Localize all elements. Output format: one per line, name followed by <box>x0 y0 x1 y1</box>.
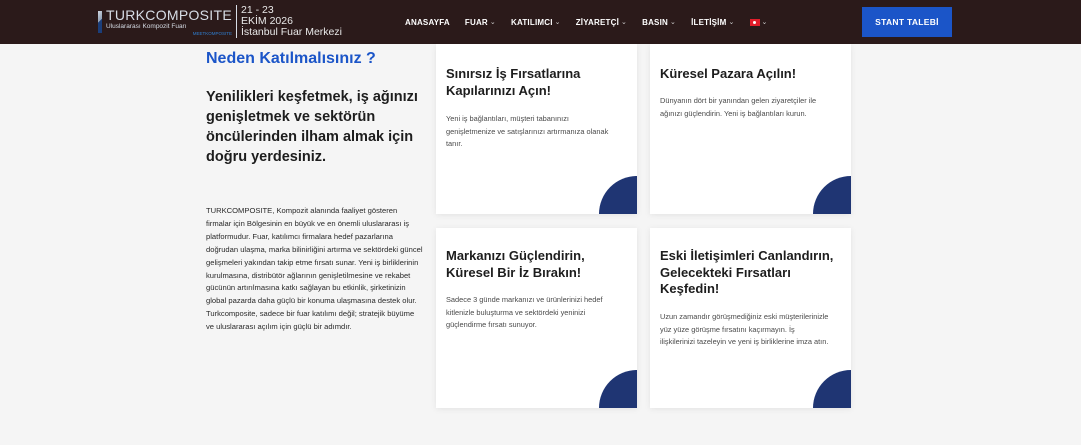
card-title: Küresel Pazara Açılın! <box>660 66 797 81</box>
section-body: TURKCOMPOSITE, Kompozit alanında faaliye… <box>206 206 423 332</box>
event-venue: İstanbul Fuar Merkezi <box>241 26 342 39</box>
logo-tagline: MEETKOMPOSITE <box>192 30 232 36</box>
chevron-down-icon: ⌄ <box>761 19 768 26</box>
card-title: Eski İletişimleri Canlandırın, Gelecekte… <box>660 248 834 296</box>
nav-item-anasayfa[interactable]: ANASAYFA <box>405 18 450 27</box>
chevron-down-icon: ⌄ <box>621 19 628 26</box>
nav-item-katilimci[interactable]: KATILIMCI ⌄ <box>511 18 561 27</box>
nav-item-ziyaretci[interactable]: ZİYARETÇİ ⌄ <box>576 18 627 27</box>
card-title: Sınırsız İş Fırsatlarına Kapılarınızı Aç… <box>446 66 581 98</box>
benefit-card: Küresel Pazara Açılın! Dünyanın dört bir… <box>650 44 851 214</box>
site-logo[interactable]: TURKCOMPOSITE Uluslararası Kompozit Fuar… <box>98 6 232 38</box>
card-text: Sadece 3 günde markanızı ve ürünlerinizi… <box>446 295 603 330</box>
benefit-card: Markanızı Güçlendirin, Küresel Bir İz Bı… <box>436 228 637 408</box>
section-heading: Neden Katılmalısınız ? <box>206 50 376 67</box>
card-text: Dünyanın dört bir yanından gelen ziyaret… <box>660 96 817 118</box>
nav-item-basin[interactable]: BASIN ⌄ <box>642 18 676 27</box>
chevron-down-icon: ⌄ <box>669 19 677 26</box>
main-nav: ANASAYFA FUAR ⌄ KATILIMCI ⌄ ZİYARETÇİ ⌄ … <box>405 0 783 44</box>
logo-brand: TURKCOMPOSITE <box>105 7 232 23</box>
chevron-down-icon: ⌄ <box>728 19 735 26</box>
chevron-down-icon: ⌄ <box>554 19 561 26</box>
stand-request-button[interactable]: STANT TALEBİ <box>862 7 952 37</box>
event-info: 21 - 23 EKİM 2026 İstanbul Fuar Merkezi <box>236 4 342 39</box>
card-corner-decoration <box>599 176 637 214</box>
nav-item-fuar[interactable]: FUAR ⌄ <box>465 18 496 27</box>
nav-item-iletisim[interactable]: İLETİŞİM ⌄ <box>691 18 734 27</box>
chevron-down-icon: ⌄ <box>489 19 496 26</box>
card-corner-decoration <box>813 176 851 214</box>
card-corner-decoration <box>599 370 637 408</box>
logo-subtitle: Uluslararası Kompozit Fuarı <box>105 23 187 30</box>
card-text: Uzun zamandır görüşmediğiniz eski müşter… <box>660 312 829 347</box>
top-navigation-bar: TURKCOMPOSITE Uluslararası Kompozit Fuar… <box>0 0 1081 44</box>
card-corner-decoration <box>813 370 851 408</box>
card-text: Yeni iş bağlantıları, müşteri tabanınızı… <box>446 114 609 149</box>
benefit-card: Eski İletişimleri Canlandırın, Gelecekte… <box>650 228 851 408</box>
turkey-flag-icon <box>749 18 760 26</box>
language-selector[interactable]: ⌄ <box>749 18 768 26</box>
benefit-card: Sınırsız İş Fırsatlarına Kapılarınızı Aç… <box>436 44 637 214</box>
logo-mark-icon <box>98 11 102 33</box>
card-title: Markanızı Güçlendirin, Küresel Bir İz Bı… <box>446 248 585 280</box>
section-lead: Yenilikleri keşfetmek, iş ağınızı genişl… <box>206 89 418 165</box>
